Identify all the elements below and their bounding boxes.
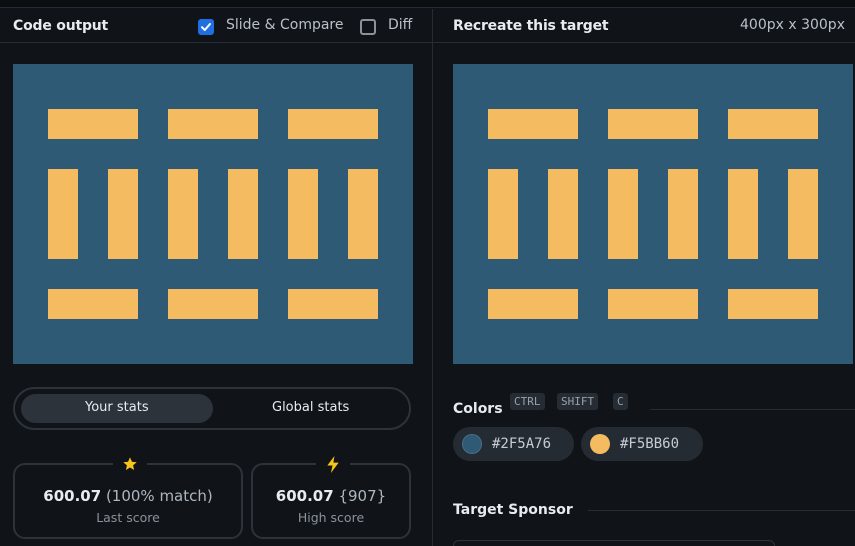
bolt-icon [316, 454, 350, 474]
last-score-card: 600.07 (100% match) Last score [13, 454, 243, 539]
last-score-caption: Last score [96, 510, 160, 525]
star-icon [113, 454, 147, 474]
slide-compare-label[interactable]: Slide & Compare [226, 17, 344, 33]
high-score-count: {907} [338, 487, 387, 505]
pillar-1 [48, 169, 78, 259]
target-bar-bottom-2 [608, 289, 698, 319]
sponsor-card[interactable] [453, 540, 775, 546]
high-score-caption: High score [297, 510, 365, 525]
last-score-value: 600.07 (100% match) [43, 487, 213, 505]
bar-top-3 [288, 109, 378, 139]
high-score-value: 600.07 {907} [275, 487, 387, 505]
slide-compare-checkbox[interactable] [198, 19, 214, 35]
header-divider-right [433, 42, 855, 43]
bar-top-1 [48, 109, 138, 139]
target-size: 400px x 300px [740, 17, 845, 33]
shortcut-shift: SHIFT [557, 393, 599, 410]
target-bar-top-3 [728, 109, 818, 139]
colors-title: Colors [453, 401, 503, 417]
diff-label[interactable]: Diff [388, 17, 412, 33]
tab-global-stats[interactable]: Global stats [272, 400, 349, 415]
sponsor-title: Target Sponsor [453, 502, 573, 518]
pillar-4 [228, 169, 258, 259]
bar-bottom-3 [288, 289, 378, 319]
swatch-hex: #F5BB60 [620, 436, 680, 452]
pillar-6 [348, 169, 378, 259]
high-score-card: 600.07 {907} High score [251, 454, 411, 539]
pillar-5 [288, 169, 318, 259]
stats-tabs: Your stats Global stats [13, 387, 411, 430]
bar-bottom-1 [48, 289, 138, 319]
target-pillar-6 [788, 169, 818, 259]
target-title: Recreate this target [453, 18, 609, 34]
header-divider [0, 42, 432, 43]
color-swatch-2[interactable]: #F5BB60 [581, 427, 703, 461]
target-pillar-4 [668, 169, 698, 259]
sponsor-divider [588, 510, 855, 511]
check-icon [201, 23, 211, 31]
target-pillar-1 [488, 169, 518, 259]
top-edge [0, 0, 855, 8]
swatch-dot [462, 434, 482, 454]
target-pillar-2 [548, 169, 578, 259]
colors-divider [650, 409, 855, 410]
target-pillar-3 [608, 169, 638, 259]
pillar-3 [168, 169, 198, 259]
tab-your-stats-label[interactable]: Your stats [85, 400, 149, 415]
color-swatch-1[interactable]: #2F5A76 [453, 427, 574, 461]
bar-top-2 [168, 109, 258, 139]
target-bar-top-1 [488, 109, 578, 139]
target-bar-bottom-3 [728, 289, 818, 319]
target-bar-bottom-1 [488, 289, 578, 319]
bar-bottom-2 [168, 289, 258, 319]
panel-title: Code output [13, 18, 109, 34]
shortcut-ctrl: CTRL [510, 393, 545, 410]
target-bar-top-2 [608, 109, 698, 139]
code-output-canvas[interactable] [13, 64, 413, 364]
last-score-match: (100% match) [105, 487, 213, 505]
shortcut-c: C [613, 393, 628, 410]
swatch-dot [590, 434, 610, 454]
pillar-2 [108, 169, 138, 259]
target-canvas [453, 64, 853, 364]
diff-checkbox[interactable] [360, 19, 376, 35]
swatch-hex: #2F5A76 [492, 436, 552, 452]
target-pillar-5 [728, 169, 758, 259]
